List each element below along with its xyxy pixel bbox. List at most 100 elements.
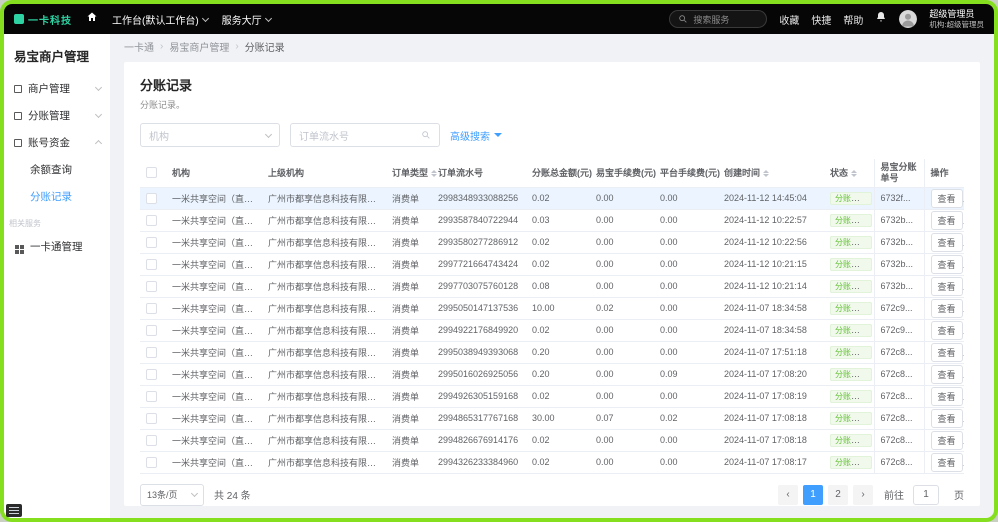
table-row[interactable]: 一米共享空间（直营）广州市都享信息科技有限公司消费单29983489330882… [140,187,964,209]
workspace-menu[interactable]: 工作台(默认工作台) [112,12,208,27]
avatar[interactable] [899,10,917,28]
table-row[interactable]: 一米共享空间（直营）广州市都享信息科技有限公司消费单29977030757601… [140,275,964,297]
cell-parent-org: 广州市都享信息科技有限公司 [262,231,386,253]
sidebar-subitem-label: 分账记录 [30,189,72,204]
cell-created: 2024-11-12 10:22:56 [718,231,824,253]
org-select[interactable]: 机构 [140,123,280,147]
sidebar-item-merchant-mgmt[interactable]: 商户管理 [4,75,110,102]
view-button[interactable]: 查看 [931,365,963,384]
sidebar-item-account-funds[interactable]: 账号资金 [4,129,110,156]
col-status[interactable]: 状态 [824,159,874,187]
cell-order-no: 2995038949393068 [432,341,526,363]
page-button-2[interactable]: 2 [828,485,848,505]
view-button[interactable]: 查看 [931,299,963,318]
favorites-link[interactable]: 收藏 [779,12,799,27]
view-button[interactable]: 查看 [931,387,963,406]
cell-platform-fee: 0.00 [654,275,718,297]
cell-split-amount: 0.02 [526,429,590,451]
col-platform-fee: 平台手续费(元) [654,159,718,187]
status-badge: 分账成功 [830,368,872,381]
page-button-1[interactable]: 1 [803,485,823,505]
sidebar-item-onecard-mgmt[interactable]: 一卡通管理 [4,233,110,260]
table-row[interactable]: 一米共享空间（直营）广州市都享信息科技有限公司消费单29935802772869… [140,231,964,253]
table-row[interactable]: 一米共享空间（直营）广州市都享信息科技有限公司消费单29950160269250… [140,363,964,385]
cell-platform-fee: 0.00 [654,209,718,231]
cell-status: 分账成功 [824,341,874,363]
cell-order-no: 2997721664743424 [432,253,526,275]
view-button[interactable]: 查看 [931,189,963,208]
table-row[interactable]: 一米共享空间（直营）广州市都享信息科技有限公司消费单29950501471375… [140,297,964,319]
cell-created: 2024-11-07 17:08:17 [718,451,824,473]
table-row[interactable]: 一米共享空间（直营）广州市都享信息科技有限公司消费单29948653177671… [140,407,964,429]
row-checkbox[interactable] [146,303,157,314]
view-button[interactable]: 查看 [931,255,963,274]
cell-status: 分账成功 [824,451,874,473]
cell-org: 一米共享空间（直营） [166,451,262,473]
status-badge: 分账成功 [830,192,872,205]
table-row[interactable]: 一米共享空间（直营）广州市都享信息科技有限公司消费单29977216647434… [140,253,964,275]
table-row[interactable]: 一米共享空间（直营）广州市都享信息科技有限公司消费单29943262333849… [140,451,964,473]
service-hall-menu[interactable]: 服务大厅 [222,12,271,27]
sort-icon[interactable] [851,167,857,180]
view-button[interactable]: 查看 [931,343,963,362]
sort-icon[interactable] [431,167,437,180]
page-size-select[interactable]: 13条/页 [140,484,204,506]
select-all-checkbox[interactable] [146,167,157,178]
chevron-up-icon [95,140,102,147]
view-button[interactable]: 查看 [931,233,963,252]
global-search-input[interactable]: 搜索服务 [669,10,767,28]
row-checkbox[interactable] [146,435,157,446]
row-checkbox[interactable] [146,237,157,248]
app-logo[interactable]: 一卡科技 [14,12,72,27]
view-button[interactable]: 查看 [931,277,963,296]
table-row[interactable]: 一米共享空间（直营）广州市都享信息科技有限公司消费单29935878407229… [140,209,964,231]
row-checkbox[interactable] [146,259,157,270]
cell-split-no: 672c8... [874,429,924,451]
view-button[interactable]: 查看 [931,431,963,450]
col-created[interactable]: 创建时间 [718,159,824,187]
col-order-type[interactable]: 订单类型 [386,159,432,187]
row-checkbox[interactable] [146,391,157,402]
row-checkbox[interactable] [146,369,157,380]
order-no-input[interactable]: 订单流水号 [290,123,440,147]
row-checkbox[interactable] [146,457,157,468]
cell-split-amount: 0.02 [526,319,590,341]
goto-page-input[interactable] [913,485,939,505]
funds-icon [14,139,22,147]
row-checkbox[interactable] [146,193,157,204]
workspace-menu-label: 工作台(默认工作台) [112,12,199,27]
user-info[interactable]: 超级管理员 机构:超级管理员 [929,9,984,30]
row-checkbox[interactable] [146,325,157,336]
breadcrumb-item[interactable]: 易宝商户管理 [169,39,229,54]
hamburger-menu-icon[interactable] [6,504,22,517]
next-page-button[interactable]: › [853,485,873,505]
view-button[interactable]: 查看 [931,453,963,472]
sidebar-item-balance-query[interactable]: 余额查询 [4,156,110,183]
cell-platform-fee: 0.00 [654,429,718,451]
cell-parent-org: 广州市都享信息科技有限公司 [262,209,386,231]
home-icon[interactable] [86,10,98,28]
row-checkbox[interactable] [146,281,157,292]
row-checkbox[interactable] [146,347,157,358]
merchant-icon [14,85,22,93]
sort-icon[interactable] [763,167,769,180]
table-row[interactable]: 一米共享空间（直营）广州市都享信息科技有限公司消费单29949221768499… [140,319,964,341]
cell-platform-fee: 0.00 [654,253,718,275]
breadcrumb-item[interactable]: 一卡通 [124,39,154,54]
view-button[interactable]: 查看 [931,211,963,230]
table-row[interactable]: 一米共享空间（直营）广州市都享信息科技有限公司消费单29948266769141… [140,429,964,451]
advanced-search-button[interactable]: 高级搜索 [450,128,502,143]
sidebar-item-split-mgmt[interactable]: 分账管理 [4,102,110,129]
view-button[interactable]: 查看 [931,409,963,428]
bell-icon[interactable] [875,10,887,28]
sidebar-item-split-records[interactable]: 分账记录 [4,183,110,210]
view-button[interactable]: 查看 [931,321,963,340]
prev-page-button[interactable]: ‹ [778,485,798,505]
cell-yeepay-fee: 0.00 [590,385,654,407]
row-checkbox[interactable] [146,215,157,226]
help-link[interactable]: 帮助 [843,12,863,27]
shortcuts-link[interactable]: 快捷 [811,12,831,27]
table-row[interactable]: 一米共享空间（直营）广州市都享信息科技有限公司消费单29950389493930… [140,341,964,363]
row-checkbox[interactable] [146,413,157,424]
table-row[interactable]: 一米共享空间（直营）广州市都享信息科技有限公司消费单29949263051591… [140,385,964,407]
